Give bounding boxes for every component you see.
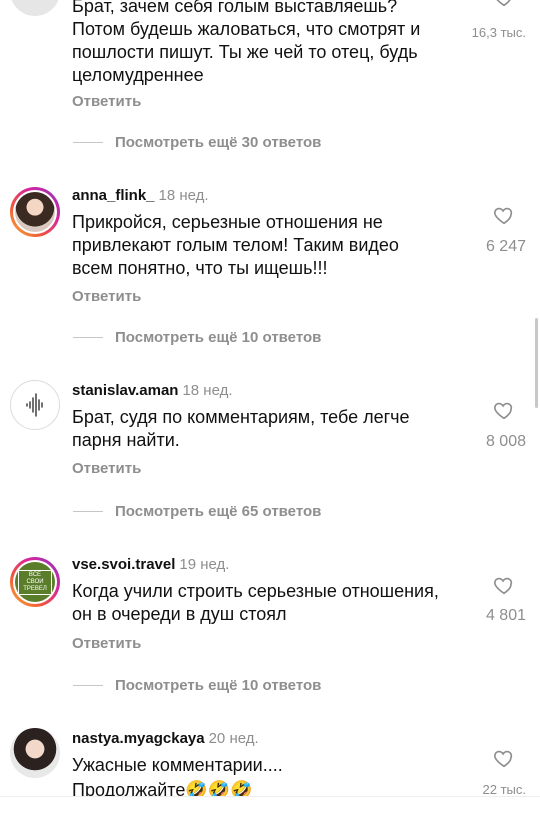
- comment-text: Ужасные комментарии....: [72, 755, 283, 775]
- view-more-replies[interactable]: Посмотреть ещё 65 ответов: [73, 503, 321, 520]
- comment-meta: vse.svoi.travel 19 нед.: [72, 556, 229, 573]
- timestamp: 18 нед.: [182, 382, 233, 399]
- like-heart-icon[interactable]: [493, 574, 515, 596]
- avatar[interactable]: [10, 187, 60, 237]
- timestamp: 20 нед.: [208, 730, 259, 747]
- like-count: 8 008: [485, 433, 526, 450]
- comment-text: Прикройся, серьезные отношения не привле…: [72, 212, 399, 278]
- view-more-replies[interactable]: Посмотреть ещё 30 ответов: [73, 134, 321, 151]
- view-more-replies-label: Посмотреть ещё 10 ответов: [115, 329, 322, 346]
- like-count: 16,3 тыс.: [471, 25, 526, 40]
- view-more-replies-label: Посмотреть ещё 10 ответов: [115, 677, 322, 694]
- timestamp: 19 нед.: [179, 556, 230, 573]
- view-more-replies[interactable]: Посмотреть ещё 10 ответов: [73, 677, 321, 694]
- avatar[interactable]: ВСЕ СВОИ ТРЕВЕЛ: [10, 557, 60, 607]
- avatar[interactable]: [10, 380, 60, 430]
- timestamp: 18 нед.: [158, 187, 209, 204]
- like-count: 4 801: [485, 607, 526, 624]
- avatar-logo: ВСЕ СВОИ ТРЕВЕЛ: [15, 562, 55, 602]
- comment-meta: nastya.myagckaya 20 нед.: [72, 730, 259, 747]
- avatar-inner: ВСЕ СВОИ ТРЕВЕЛ: [13, 560, 57, 604]
- username[interactable]: anna_flink_: [72, 187, 155, 204]
- avatar[interactable]: [10, 0, 60, 16]
- like-heart-icon[interactable]: [493, 0, 515, 8]
- reply-button[interactable]: Ответить: [72, 288, 141, 305]
- view-more-replies-label: Посмотреть ещё 65 ответов: [115, 503, 322, 520]
- username[interactable]: stanislav.aman: [72, 382, 178, 399]
- scrollbar[interactable]: [535, 318, 538, 408]
- reply-button[interactable]: Ответить: [72, 635, 141, 652]
- divider-line: [73, 142, 103, 143]
- reply-button[interactable]: Ответить: [72, 93, 141, 110]
- soundwave-logo-icon: [26, 393, 43, 417]
- divider-line: [73, 511, 103, 512]
- like-count: 6 247: [485, 238, 526, 255]
- avatar[interactable]: [10, 728, 60, 778]
- avatar-photo: [15, 192, 55, 232]
- like-heart-icon[interactable]: [493, 204, 515, 226]
- avatar-inner: [13, 190, 57, 234]
- divider-line: [73, 337, 103, 338]
- view-more-replies-label: Посмотреть ещё 30 ответов: [115, 134, 322, 151]
- comment-meta: stanislav.aman 18 нед.: [72, 382, 233, 399]
- username[interactable]: vse.svoi.travel: [72, 556, 175, 573]
- like-count: 22 тыс.: [482, 782, 526, 797]
- bottom-bar: [0, 796, 540, 818]
- view-more-replies[interactable]: Посмотреть ещё 10 ответов: [73, 329, 321, 346]
- reply-button[interactable]: Ответить: [72, 460, 141, 477]
- comment-text: Брат, судя по комментариям, тебе легче п…: [72, 407, 410, 450]
- like-heart-icon[interactable]: [493, 747, 515, 769]
- comment-meta: anna_flink_ 18 нед.: [72, 187, 209, 204]
- username[interactable]: nastya.myagckaya: [72, 730, 205, 747]
- avatar-logo-text: ВСЕ СВОИ ТРЕВЕЛ: [18, 569, 52, 595]
- comment-text: Брат, зачем себя голым выставляешь? Пото…: [72, 0, 421, 85]
- like-heart-icon[interactable]: [493, 399, 515, 421]
- comment-text: Когда учили строить серьезные отношения,…: [72, 581, 439, 624]
- divider-line: [73, 685, 103, 686]
